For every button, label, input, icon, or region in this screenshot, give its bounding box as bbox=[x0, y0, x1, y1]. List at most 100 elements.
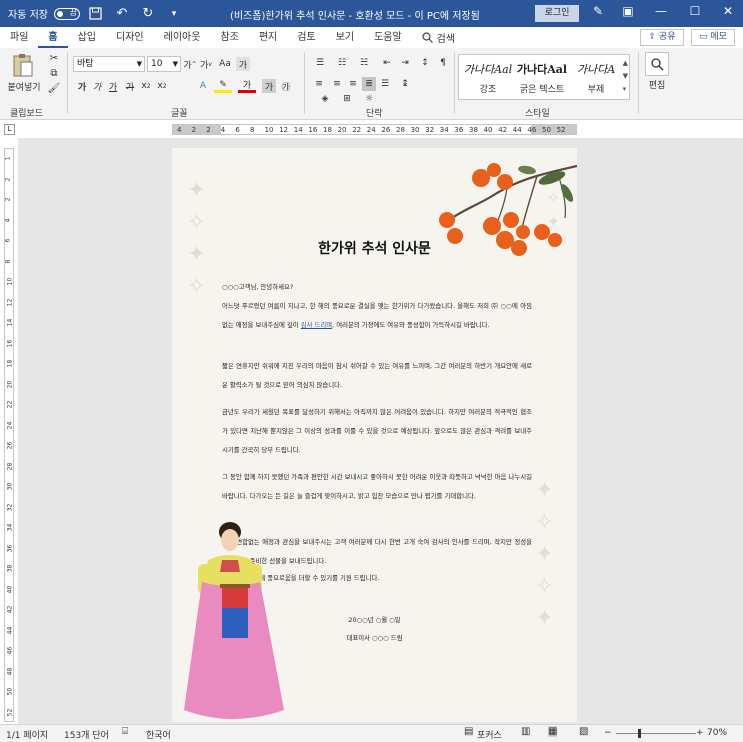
vertical-ruler[interactable]: 1 2 2 4 6 8 10 12 14 16 18 20 22 24 26 28 30 32 34 36 38 40 42… bbox=[4, 148, 14, 722]
tab-review[interactable]: 검토 bbox=[287, 27, 325, 48]
autosave-toggle[interactable]: 끔 bbox=[53, 7, 80, 20]
undo-icon[interactable]: ↶ bbox=[112, 4, 132, 24]
superscript-icon[interactable]: x2 bbox=[155, 79, 169, 93]
cut-icon[interactable]: ✂ bbox=[47, 52, 61, 64]
editing-label[interactable]: 편집 bbox=[645, 78, 669, 91]
increase-indent-icon[interactable]: ⇥ bbox=[398, 56, 412, 70]
font-size-combo[interactable]: 10 ▼ bbox=[147, 56, 181, 72]
ruler-number: 14 bbox=[293, 126, 303, 134]
document-page[interactable]: ✦ ✧ ✦ ✧ ✦ ✧ ✦ ✧ ✦ ✧ ✦ ✧ 한가위 추석 인사문 ○○○고객… bbox=[172, 148, 577, 722]
print-layout-icon[interactable]: ▦ bbox=[548, 726, 558, 737]
line-spacing-icon[interactable]: ↨ bbox=[398, 77, 412, 91]
font-color-icon[interactable]: 가 bbox=[238, 79, 256, 93]
shrink-font-icon[interactable]: 가v bbox=[199, 57, 213, 71]
word-count[interactable]: 153개 단어 bbox=[64, 728, 109, 741]
sort-icon[interactable]: ↕ bbox=[418, 56, 432, 70]
style-subtitle[interactable]: 가나다A 부제 bbox=[569, 55, 623, 99]
align-center-icon[interactable]: ≡ bbox=[330, 77, 344, 91]
maximize-icon[interactable]: ☐ bbox=[684, 4, 706, 18]
vruler-number: 18 bbox=[6, 359, 14, 368]
page-count[interactable]: 1/1 페이지 bbox=[6, 728, 48, 741]
close-icon[interactable]: ✕ bbox=[717, 4, 739, 18]
focus-label[interactable]: 포커스 bbox=[477, 728, 502, 741]
tab-view[interactable]: 보기 bbox=[326, 27, 364, 48]
style-name: 강조 bbox=[479, 85, 497, 95]
align-right-icon[interactable]: ≡ bbox=[346, 77, 360, 91]
underline-icon[interactable]: 가 bbox=[106, 79, 120, 93]
style-sample: 가나다A bbox=[576, 63, 616, 76]
style-emphasis[interactable]: 가나다Aal 강조 bbox=[461, 55, 515, 99]
bold-icon[interactable]: 가 bbox=[76, 79, 88, 93]
proofing-icon[interactable]: ⌸ bbox=[122, 726, 128, 737]
customize-toolbar-icon[interactable]: ▾ bbox=[164, 4, 184, 24]
font-name-combo[interactable]: 바탕 ▼ bbox=[73, 56, 145, 72]
tab-selector[interactable]: L bbox=[4, 124, 15, 135]
asian-layout-icon[interactable]: ☼ bbox=[362, 93, 376, 105]
paste-label[interactable]: 붙여넣기 bbox=[6, 80, 42, 93]
spellcheck-word[interactable]: 감사 드리며 bbox=[301, 321, 332, 329]
bullets-icon[interactable]: ☰ bbox=[312, 56, 328, 70]
tab-design[interactable]: 디자인 bbox=[106, 27, 154, 48]
web-layout-icon[interactable]: ▧ bbox=[579, 726, 588, 737]
zoom-level[interactable]: 70% bbox=[707, 728, 727, 738]
grow-font-icon[interactable]: 가 ^ bbox=[183, 57, 197, 71]
tab-home[interactable]: 홈 bbox=[38, 27, 68, 48]
horizontal-ruler[interactable]: L 4 2 2 4 6 8 10 12 14 16 18 20 22 24 26 28 30 32 34 36 38 40… bbox=[0, 121, 743, 138]
enclose-char-icon[interactable]: ㉮ bbox=[279, 79, 293, 93]
clear-format-icon[interactable]: 가 bbox=[236, 57, 250, 71]
multilevel-list-icon[interactable]: ☵ bbox=[356, 56, 372, 70]
ruler-number: 16 bbox=[308, 126, 318, 134]
subscript-icon[interactable]: x2 bbox=[139, 79, 153, 93]
vruler-number: 48 bbox=[6, 667, 14, 675]
tab-insert[interactable]: 삽입 bbox=[68, 27, 106, 48]
tab-file[interactable]: 파일 bbox=[0, 27, 38, 48]
numbering-icon[interactable]: ☷ bbox=[334, 56, 350, 70]
minimize-icon[interactable]: — bbox=[650, 4, 672, 18]
save-icon[interactable] bbox=[86, 4, 106, 24]
justify-icon[interactable]: ≣ bbox=[362, 77, 376, 91]
tab-mailings[interactable]: 편지 bbox=[249, 27, 287, 48]
ruler-number: 28 bbox=[396, 126, 405, 134]
zoom-in-icon[interactable]: + bbox=[696, 728, 704, 738]
ribbon-display-icon[interactable]: ▣ bbox=[617, 4, 639, 18]
strikethrough-icon[interactable]: 가 bbox=[124, 79, 136, 93]
zoom-slider-thumb[interactable] bbox=[638, 729, 641, 738]
memo-button[interactable]: ▭ 메모 bbox=[691, 29, 735, 46]
text-effects-icon[interactable]: A bbox=[196, 79, 210, 93]
italic-icon[interactable]: 가 bbox=[91, 79, 103, 93]
language-status[interactable]: 한국어 bbox=[146, 728, 171, 741]
login-button[interactable]: 로그인 bbox=[535, 5, 579, 22]
share-button[interactable]: ⇪ 공유 bbox=[640, 29, 684, 46]
ruler-number: 18 bbox=[323, 126, 332, 134]
tab-layout[interactable]: 레이아웃 bbox=[154, 27, 211, 48]
zoom-out-icon[interactable]: − bbox=[604, 728, 612, 738]
style-scroll-arrows[interactable]: ▲ ▼ ▾ bbox=[623, 57, 628, 96]
search-box[interactable]: 검색 bbox=[422, 30, 455, 45]
shading-icon[interactable]: ◈ bbox=[318, 93, 332, 105]
tab-references[interactable]: 참조 bbox=[210, 27, 248, 48]
show-marks-icon[interactable]: ¶ bbox=[436, 56, 450, 70]
decrease-indent-icon[interactable]: ⇤ bbox=[380, 56, 394, 70]
vruler-number: 46 bbox=[6, 646, 14, 655]
pen-icon[interactable]: ✎ bbox=[587, 4, 609, 18]
copy-icon[interactable]: ⧉ bbox=[47, 67, 61, 79]
vruler-number: 38 bbox=[6, 564, 14, 573]
style-strong[interactable]: 가나다Aal 굵은 텍스트 bbox=[515, 55, 569, 99]
char-shading-icon[interactable]: 가 bbox=[262, 79, 276, 93]
distribute-icon[interactable]: ☰ bbox=[378, 77, 392, 91]
focus-icon[interactable]: ▤ bbox=[464, 726, 473, 737]
align-left-icon[interactable]: ≡ bbox=[312, 77, 326, 91]
format-painter-icon[interactable]: 🖌 bbox=[47, 82, 61, 94]
zoom-slider[interactable] bbox=[616, 733, 696, 734]
paste-icon[interactable] bbox=[8, 52, 38, 80]
tab-help[interactable]: 도움말 bbox=[364, 27, 412, 48]
highlight-icon[interactable]: ✎ bbox=[214, 79, 232, 93]
change-case-icon[interactable]: Aa bbox=[218, 57, 232, 71]
vruler-number: 8 bbox=[4, 259, 12, 263]
ruler-number: 4 bbox=[177, 126, 182, 134]
redo-icon[interactable]: ↻ bbox=[138, 4, 158, 24]
ruler-number: 40 bbox=[483, 126, 493, 134]
read-mode-icon[interactable]: ▥ bbox=[521, 726, 530, 737]
editing-search-icon[interactable] bbox=[645, 52, 669, 76]
borders-icon[interactable]: ⊞ bbox=[340, 93, 354, 105]
